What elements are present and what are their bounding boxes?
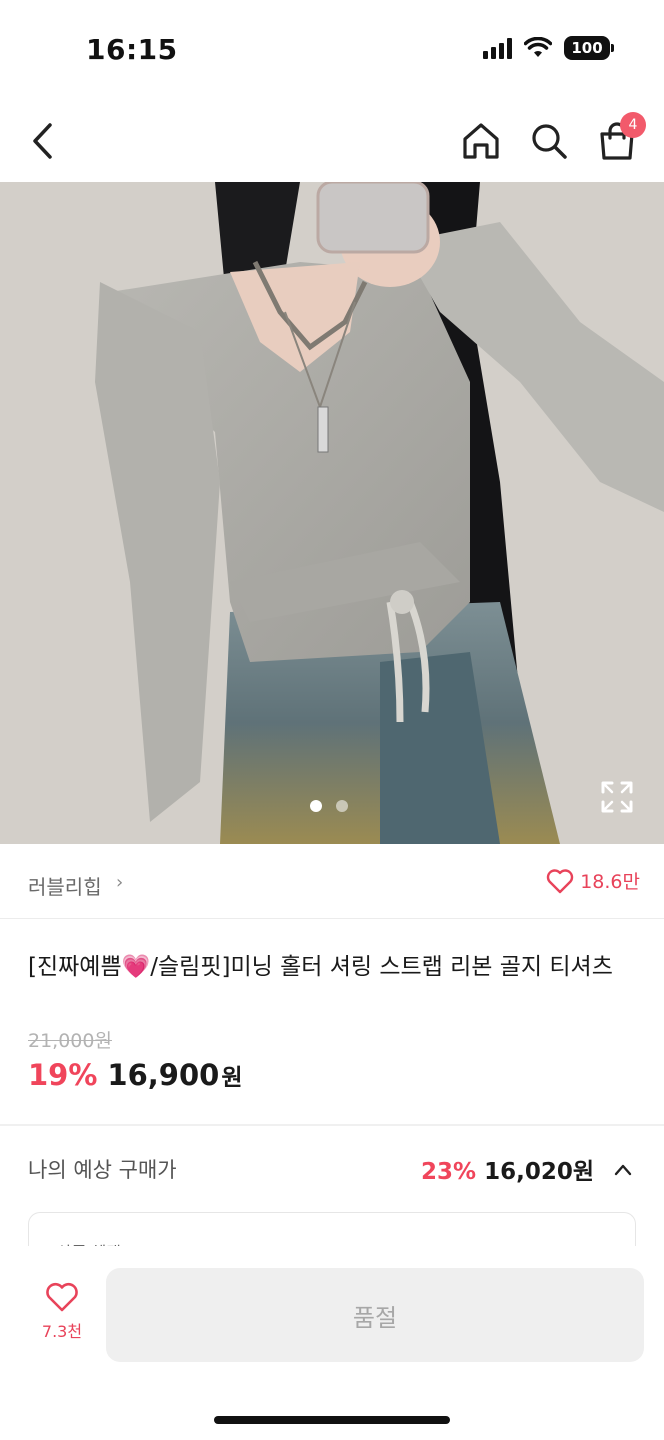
expected-price-label: 나의 예상 구매가	[28, 1158, 177, 1182]
home-indicator	[214, 1416, 450, 1424]
seller-row: 러블리힙 › 18.6만	[0, 845, 664, 919]
cart-count-badge: 4	[620, 112, 646, 138]
carousel-dots	[310, 800, 348, 812]
heart-outline-icon	[46, 1282, 78, 1312]
seller-like-count: 18.6만	[580, 871, 640, 893]
product-image-carousel[interactable]	[0, 182, 664, 844]
home-button[interactable]	[458, 118, 504, 164]
chevron-left-icon	[33, 123, 52, 159]
expected-discount-rate: 23%	[421, 1159, 477, 1185]
price-unit: 원	[221, 1065, 243, 1091]
heart-outline-icon	[547, 868, 574, 893]
sale-price: 16,900	[107, 1058, 220, 1092]
battery-icon: 100	[564, 36, 614, 60]
carousel-dot[interactable]	[336, 800, 348, 812]
cellular-signal-icon	[483, 37, 512, 59]
seller-like-button[interactable]: 18.6만	[546, 867, 640, 894]
bottom-action-bar: 7.3천 품절	[0, 1246, 664, 1440]
wifi-icon	[524, 37, 552, 57]
expected-price-value: 23% 16,020원	[421, 1152, 632, 1186]
search-button[interactable]	[526, 118, 572, 164]
search-icon	[532, 124, 567, 159]
expected-price-toggle[interactable]: 나의 예상 구매가 23% 16,020원	[0, 1126, 664, 1210]
original-price: 21,000원	[28, 1030, 112, 1052]
chevron-right-icon: ›	[116, 872, 124, 893]
home-icon	[463, 123, 499, 159]
fullscreen-expand-icon[interactable]	[600, 780, 634, 814]
cart-button[interactable]: 4	[594, 112, 646, 164]
chevron-up-icon	[614, 1164, 632, 1176]
app-header: 4	[0, 100, 664, 182]
status-bar: 16:15 100	[0, 0, 664, 100]
status-icons: 100	[483, 36, 614, 60]
discount-rate: 19%	[28, 1058, 98, 1092]
expected-price: 16,020원	[484, 1159, 594, 1185]
wishlist-button[interactable]: 7.3천	[22, 1282, 102, 1348]
product-photo	[0, 182, 664, 844]
status-time: 16:15	[86, 33, 178, 66]
wishlist-count: 7.3천	[41, 1322, 83, 1341]
product-title: [진짜예쁨💗/슬림핏]미닝 홀터 셔링 스트랩 리본 골지 티셔츠	[28, 954, 613, 980]
seller-name-link[interactable]: 러블리힙	[28, 871, 102, 900]
sold-out-button[interactable]: 품절	[106, 1268, 644, 1362]
price-row: 19% 16,900 원	[28, 1058, 243, 1092]
carousel-dot-active[interactable]	[310, 800, 322, 812]
back-button[interactable]	[22, 118, 62, 164]
